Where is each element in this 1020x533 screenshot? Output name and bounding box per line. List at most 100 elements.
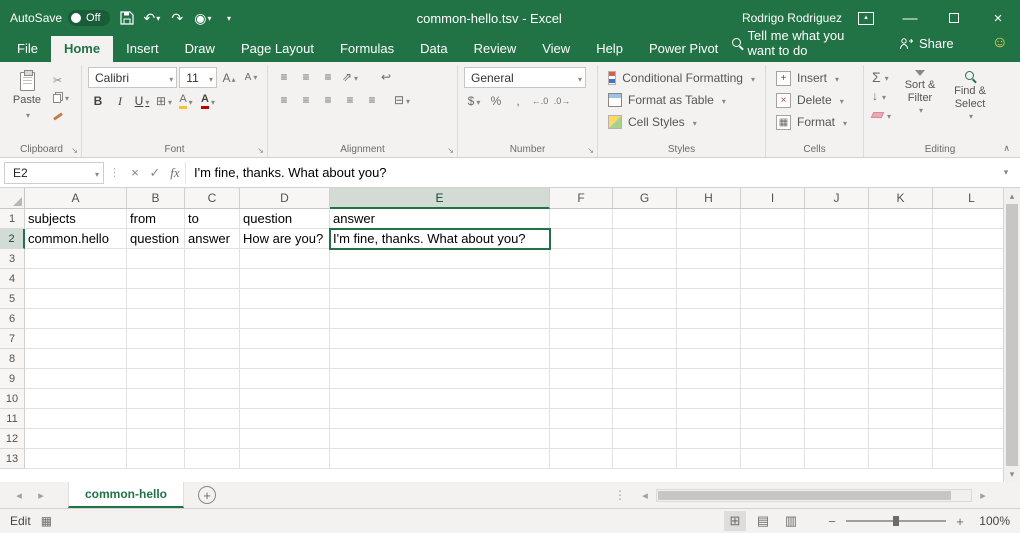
touch-mouse-mode-button[interactable]: ◉▾ (194, 6, 211, 30)
top-align-button[interactable]: ≡ (274, 67, 294, 87)
cell-E9[interactable] (330, 369, 550, 389)
column-header-L[interactable]: L (933, 188, 1011, 209)
decrease-decimal-button[interactable]: .0→ (552, 91, 572, 111)
cell-C6[interactable] (185, 309, 240, 329)
column-header-K[interactable]: K (869, 188, 933, 209)
row-header-4[interactable]: 4 (0, 269, 25, 289)
bold-button[interactable]: B (88, 91, 108, 111)
cell-D10[interactable] (240, 389, 330, 409)
tab-power-pivot[interactable]: Power Pivot (636, 36, 731, 62)
cell-E10[interactable] (330, 389, 550, 409)
tab-insert[interactable]: Insert (113, 36, 172, 62)
column-header-A[interactable]: A (25, 188, 127, 209)
fill-color-button[interactable]: A (176, 91, 196, 111)
cell-K11[interactable] (869, 409, 933, 429)
cancel-button[interactable]: × (125, 162, 145, 184)
cell-C8[interactable] (185, 349, 240, 369)
tab-review[interactable]: Review (461, 36, 530, 62)
cell-D5[interactable] (240, 289, 330, 309)
cell-G10[interactable] (613, 389, 677, 409)
row-header-7[interactable]: 7 (0, 329, 25, 349)
comma-style-button[interactable]: , (508, 91, 528, 111)
cell-I8[interactable] (741, 349, 805, 369)
tab-view[interactable]: View (529, 36, 583, 62)
cell-K5[interactable] (869, 289, 933, 309)
cell-B9[interactable] (127, 369, 185, 389)
dialog-launcher-icon[interactable]: ↘ (587, 146, 594, 155)
cell-A1[interactable]: subjects (25, 209, 127, 229)
cell-F3[interactable] (550, 249, 613, 269)
cell-J9[interactable] (805, 369, 869, 389)
conditional-formatting-button[interactable]: Conditional Formatting (604, 67, 759, 89)
cell-K4[interactable] (869, 269, 933, 289)
cell-J13[interactable] (805, 449, 869, 469)
cell-I12[interactable] (741, 429, 805, 449)
column-header-C[interactable]: C (185, 188, 240, 209)
cell-L2[interactable] (933, 229, 1011, 249)
cell-E13[interactable] (330, 449, 550, 469)
cell-A4[interactable] (25, 269, 127, 289)
column-header-B[interactable]: B (127, 188, 185, 209)
cell-H4[interactable] (677, 269, 741, 289)
cell-F1[interactable] (550, 209, 613, 229)
cell-I7[interactable] (741, 329, 805, 349)
cell-F6[interactable] (550, 309, 613, 329)
cell-B4[interactable] (127, 269, 185, 289)
vscroll-thumb[interactable] (1006, 204, 1018, 466)
cell-K2[interactable] (869, 229, 933, 249)
wrap-text-button[interactable]: ↩ (376, 67, 396, 87)
insert-function-button[interactable]: fx (165, 162, 185, 184)
bottom-align-button[interactable]: ≡ (318, 67, 338, 87)
cell-C4[interactable] (185, 269, 240, 289)
accounting-format-button[interactable]: $ (464, 91, 484, 111)
cell-G4[interactable] (613, 269, 677, 289)
dialog-launcher-icon[interactable]: ↘ (257, 146, 264, 155)
cell-J8[interactable] (805, 349, 869, 369)
align-right-button[interactable]: ≡ (318, 90, 338, 110)
underline-button[interactable]: U (132, 91, 152, 111)
cell-K3[interactable] (869, 249, 933, 269)
cell-G12[interactable] (613, 429, 677, 449)
tab-page-layout[interactable]: Page Layout (228, 36, 327, 62)
cell-D12[interactable] (240, 429, 330, 449)
row-header-5[interactable]: 5 (0, 289, 25, 309)
save-button[interactable] (119, 6, 135, 30)
cell-A2[interactable]: common.hello (25, 229, 127, 249)
tab-draw[interactable]: Draw (172, 36, 228, 62)
cell-B10[interactable] (127, 389, 185, 409)
cell-F5[interactable] (550, 289, 613, 309)
ribbon-display-options-button[interactable]: ▴ (858, 12, 874, 25)
cell-H8[interactable] (677, 349, 741, 369)
cell-K10[interactable] (869, 389, 933, 409)
decrease-indent-button[interactable]: ≡ (340, 90, 360, 110)
cell-B12[interactable] (127, 429, 185, 449)
enter-button[interactable]: ✓ (145, 162, 165, 184)
cell-D9[interactable] (240, 369, 330, 389)
cell-K6[interactable] (869, 309, 933, 329)
macro-record-button[interactable]: ▦ (41, 514, 52, 528)
cell-G2[interactable] (613, 229, 677, 249)
increase-font-button[interactable]: A (219, 68, 239, 88)
cell-C9[interactable] (185, 369, 240, 389)
cell-H3[interactable] (677, 249, 741, 269)
cell-J2[interactable] (805, 229, 869, 249)
cell-C5[interactable] (185, 289, 240, 309)
number-format-combo[interactable]: General (464, 67, 586, 88)
cell-G3[interactable] (613, 249, 677, 269)
cell-I4[interactable] (741, 269, 805, 289)
redo-button[interactable]: ↷ (169, 6, 185, 30)
cell-J6[interactable] (805, 309, 869, 329)
zoom-slider[interactable] (846, 520, 946, 522)
row-header-1[interactable]: 1 (0, 209, 25, 229)
cell-K7[interactable] (869, 329, 933, 349)
cell-J4[interactable] (805, 269, 869, 289)
zoom-out-button[interactable]: − (826, 514, 838, 529)
cell-E7[interactable] (330, 329, 550, 349)
orientation-button[interactable]: ⇗ (340, 67, 360, 87)
formula-input[interactable]: I'm fine, thanks. What about you? (185, 162, 996, 184)
tab-data[interactable]: Data (407, 36, 460, 62)
cell-B8[interactable] (127, 349, 185, 369)
cell-E5[interactable] (330, 289, 550, 309)
align-left-button[interactable]: ≡ (274, 90, 294, 110)
cell-B1[interactable]: from (127, 209, 185, 229)
